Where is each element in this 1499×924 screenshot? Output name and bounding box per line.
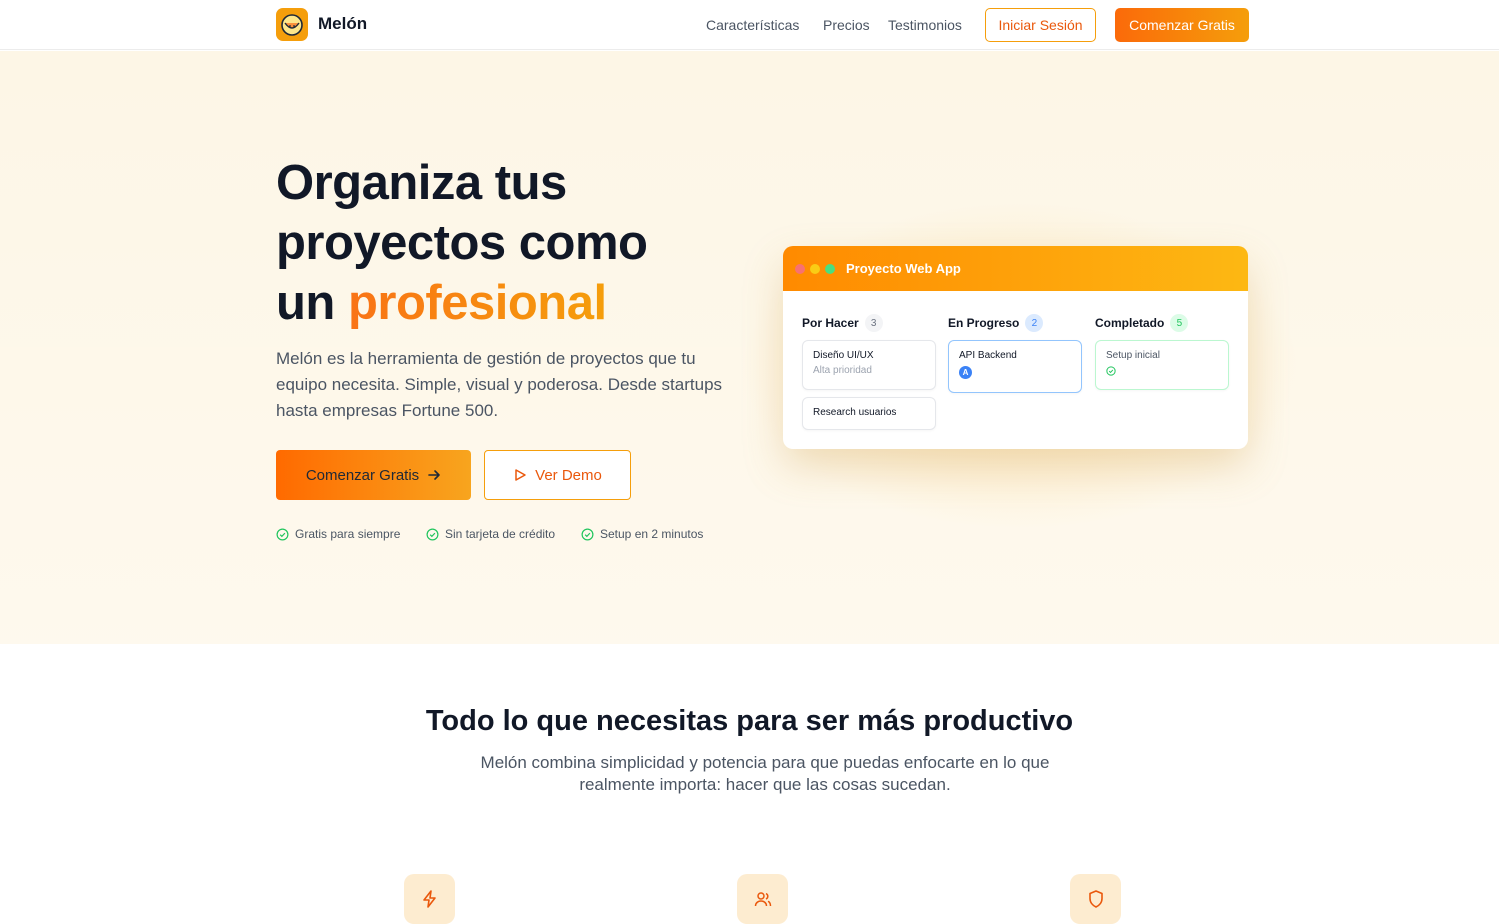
users-icon <box>737 874 788 924</box>
assignee-avatar: A <box>959 366 972 379</box>
nav-link-testimonios[interactable]: Testimonios <box>888 17 962 33</box>
window-dot-red <box>795 263 805 274</box>
window-dot-green <box>825 263 835 274</box>
features-subtitle: Melón combina simplicidad y potencia par… <box>480 753 1050 794</box>
start-free-button[interactable]: Comenzar Gratis <box>276 450 471 500</box>
task-card[interactable]: API Backend A <box>948 340 1082 393</box>
melon-logo-icon[interactable] <box>276 8 308 41</box>
task-priority: Alta prioridad <box>813 365 872 376</box>
lightning-icon <box>404 874 455 924</box>
task-title: API Backend <box>959 350 1017 361</box>
hero-title-line3: un <box>276 276 335 330</box>
column-progress-header: En Progreso 2 <box>948 314 1044 332</box>
column-title: Completado <box>1095 316 1165 330</box>
column-todo-header: Por Hacer 3 <box>802 314 883 332</box>
board-title: Proyecto Web App <box>846 261 961 276</box>
task-card[interactable]: Research usuarios <box>802 397 936 430</box>
column-done-header: Completado 5 <box>1095 314 1189 332</box>
perk-label: Setup en 2 minutos <box>600 527 704 541</box>
task-title: Research usuarios <box>813 407 897 418</box>
shield-icon <box>1070 874 1121 924</box>
card-header: Proyecto Web App <box>783 246 1248 291</box>
hero-title-line1: Organiza tus <box>276 156 567 210</box>
nav-link-precios[interactable]: Precios <box>823 17 870 33</box>
check-circle-icon <box>581 528 594 540</box>
features-title: Todo lo que necesitas para ser más produ… <box>425 705 1074 737</box>
avatar-initial: A <box>962 368 969 377</box>
check-circle-icon <box>1106 366 1116 376</box>
check-circle-icon <box>426 528 439 540</box>
perk-label: Gratis para siempre <box>295 527 401 541</box>
column-title: En Progreso <box>948 316 1020 330</box>
hero-description: Melón es la herramienta de gestión de pr… <box>276 349 723 420</box>
hero-title: Organiza tus proyectos como un profesion… <box>276 153 756 333</box>
check-circle-icon <box>276 528 289 540</box>
start-free-nav-button[interactable]: Comenzar Gratis <box>1115 8 1249 42</box>
view-demo-label: Ver Demo <box>535 466 602 484</box>
start-free-label: Comenzar Gratis <box>305 466 420 484</box>
brand-name[interactable]: Melón <box>318 14 367 34</box>
task-card[interactable]: Diseño UI/UX Alta prioridad <box>802 340 936 390</box>
hero-title-line2: proyectos como <box>276 216 648 270</box>
login-button[interactable]: Iniciar Sesión <box>985 8 1096 42</box>
top-navbar: Melón Características Precios Testimonio… <box>0 0 1499 50</box>
column-title: Por Hacer <box>802 316 859 330</box>
perk-label: Sin tarjeta de crédito <box>445 527 556 541</box>
hero-title-accent: profesional <box>348 276 607 330</box>
hero-section: Organiza tus proyectos como un profesion… <box>0 51 1499 644</box>
column-count: 2 <box>1025 314 1044 332</box>
view-demo-button[interactable]: Ver Demo <box>484 450 631 500</box>
arrow-right-icon <box>428 470 440 480</box>
play-icon <box>515 469 526 481</box>
nav-link-caracteristicas[interactable]: Características <box>706 17 799 33</box>
task-title: Setup inicial <box>1106 350 1160 361</box>
column-count: 3 <box>864 314 883 332</box>
task-title: Diseño UI/UX <box>813 350 874 361</box>
perk-item: Sin tarjeta de crédito <box>426 527 555 541</box>
perk-item: Gratis para siempre <box>276 527 400 541</box>
column-count: 5 <box>1170 314 1189 332</box>
window-dot-yellow <box>810 263 820 274</box>
task-card[interactable]: Setup inicial <box>1095 340 1229 390</box>
perk-item: Setup en 2 minutos <box>581 527 703 541</box>
kanban-preview-card: Proyecto Web App Por Hacer 3 En Progreso… <box>783 246 1248 449</box>
